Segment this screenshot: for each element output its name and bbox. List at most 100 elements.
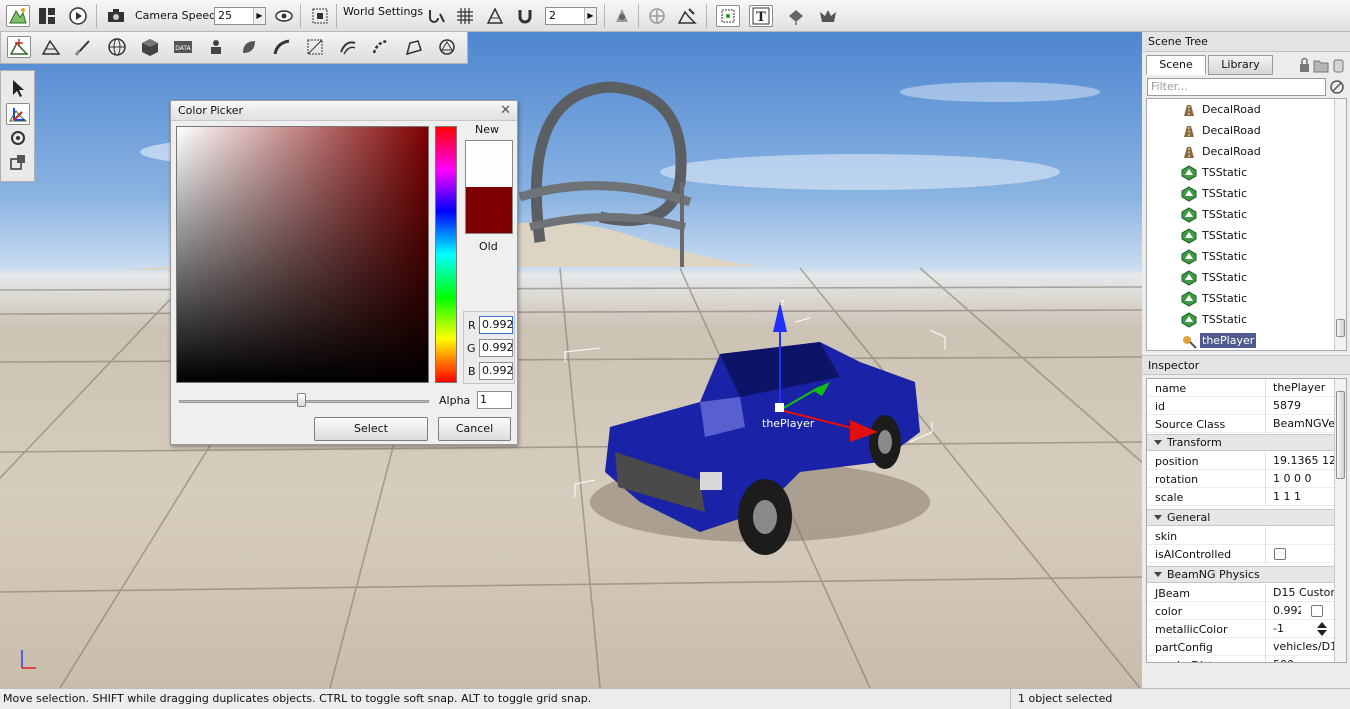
object-label[interactable]: thePlayer: [762, 417, 814, 430]
terrain-paint-button[interactable]: [72, 36, 96, 58]
transform-group-header[interactable]: Transform: [1147, 434, 1335, 451]
drop-object-button[interactable]: [784, 5, 808, 27]
tsstatic-icon: [1181, 164, 1197, 181]
datablock-editor-button[interactable]: DATA: [171, 36, 195, 58]
inspector-scrollbar[interactable]: [1334, 379, 1346, 662]
cancel-button[interactable]: Cancel: [438, 417, 511, 441]
decal-editor-button[interactable]: [402, 36, 426, 58]
g-input[interactable]: 0.992: [479, 339, 514, 357]
world-settings-label[interactable]: World Settings: [343, 5, 423, 18]
saturation-value-field[interactable]: [176, 126, 429, 383]
tree-item[interactable]: TSStatic: [1181, 225, 1249, 246]
jbeam-field[interactable]: D15 Custom: [1265, 584, 1335, 602]
render-distance-field[interactable]: 500: [1265, 656, 1335, 662]
scale-tool-button[interactable]: [6, 151, 30, 173]
tree-item[interactable]: TSStatic: [1181, 183, 1249, 204]
selection-bounds-button[interactable]: [716, 5, 740, 27]
lock-icon[interactable]: [1300, 57, 1309, 73]
svg-text:DATA: DATA: [175, 45, 191, 52]
select-button[interactable]: Select: [314, 417, 428, 441]
tab-scene[interactable]: Scene: [1146, 55, 1206, 75]
river-editor-button[interactable]: [336, 36, 360, 58]
rotation-field[interactable]: 1 0 0 0: [1265, 470, 1335, 488]
shape-editor-button[interactable]: [138, 36, 162, 58]
rotate-tool-button[interactable]: [6, 127, 30, 149]
forest-editor-button[interactable]: [237, 36, 261, 58]
visibility-button[interactable]: [272, 5, 296, 27]
snap-terrain-button[interactable]: [424, 5, 448, 27]
fit-view-icon: [312, 8, 328, 24]
tree-item[interactable]: TSStatic: [1181, 309, 1249, 330]
tree-item[interactable]: TSStatic: [1181, 267, 1249, 288]
close-icon[interactable]: ✕: [500, 103, 511, 118]
world-editor-button[interactable]: [6, 5, 30, 27]
tree-item[interactable]: TSStatic: [1181, 288, 1249, 309]
grid-size-arrow-icon[interactable]: ▶: [584, 8, 596, 24]
cube-icon: [142, 39, 158, 56]
mission-area-button[interactable]: [435, 36, 459, 58]
tab-library[interactable]: Library: [1208, 55, 1273, 75]
folder-icon[interactable]: [1313, 60, 1329, 73]
name-field[interactable]: thePlayer: [1265, 379, 1335, 397]
inspector-scroll-thumb[interactable]: [1336, 391, 1345, 479]
object-select-button[interactable]: [610, 5, 634, 27]
spinner-arrows-icon[interactable]: [1315, 621, 1329, 637]
terrain-editor-button[interactable]: [39, 36, 63, 58]
tree-item[interactable]: DecalRoad: [1181, 120, 1263, 141]
mesh-road-button[interactable]: [303, 36, 327, 58]
color-swatch-button[interactable]: [1311, 605, 1323, 617]
play-button[interactable]: [66, 5, 90, 27]
physics-group-header[interactable]: BeamNG Physics: [1147, 566, 1335, 583]
text-labels-button[interactable]: T: [749, 5, 773, 27]
tsstatic-icon: [1181, 206, 1197, 223]
alpha-input[interactable]: 1: [477, 391, 512, 409]
scene-tree-scroll-thumb[interactable]: [1336, 319, 1345, 337]
vehicle-tools-button[interactable]: [816, 5, 840, 27]
grid-size-input[interactable]: 2 ▶: [545, 7, 597, 25]
world-transform-button[interactable]: [675, 5, 699, 27]
alpha-slider-handle[interactable]: [297, 393, 306, 407]
r-input[interactable]: 0.992: [479, 316, 514, 334]
b-input[interactable]: 0.992: [479, 362, 514, 380]
decal-road-button[interactable]: [369, 36, 393, 58]
clear-filter-icon[interactable]: [1329, 79, 1345, 95]
position-field[interactable]: 19.1365 122: [1265, 452, 1335, 470]
tree-item[interactable]: TSStatic: [1181, 204, 1249, 225]
object-editor-button[interactable]: [7, 36, 31, 58]
tree-item[interactable]: thePlayer: [1181, 330, 1257, 350]
hue-slider[interactable]: [435, 126, 457, 383]
fit-view-button[interactable]: [308, 5, 332, 27]
tree-item[interactable]: DecalRoad: [1181, 141, 1263, 162]
inspector-row-metallic: metallicColor -1: [1147, 620, 1335, 638]
camera-speed-arrow-icon[interactable]: ▶: [253, 8, 265, 24]
tree-item[interactable]: TSStatic: [1181, 246, 1249, 267]
layout-button[interactable]: [35, 5, 59, 27]
tree-item[interactable]: DecalRoad: [1181, 99, 1263, 120]
grid-snap-button[interactable]: [453, 5, 477, 27]
camera-speed-input[interactable]: 25 ▶: [214, 7, 266, 25]
general-group-header[interactable]: General: [1147, 509, 1335, 526]
part-config-field[interactable]: vehicles/D15: [1265, 638, 1335, 656]
inspector-row-rotation: rotation 1 0 0 0: [1147, 470, 1335, 488]
tree-item-label: DecalRoad: [1202, 124, 1261, 137]
field-key: name: [1155, 382, 1187, 395]
move-tool-button[interactable]: [6, 103, 30, 125]
road-editor-button[interactable]: [270, 36, 294, 58]
filter-input[interactable]: Filter...: [1147, 78, 1326, 96]
center-pivot-button[interactable]: [645, 5, 669, 27]
magnet-button[interactable]: [513, 5, 537, 27]
scale-field[interactable]: 1 1 1: [1265, 488, 1335, 506]
delete-icon[interactable]: [1333, 59, 1344, 73]
tree-item[interactable]: TSStatic: [1181, 162, 1249, 183]
skin-field[interactable]: [1265, 527, 1335, 545]
metallic-color-field[interactable]: -1: [1265, 620, 1315, 638]
scene-tree-scrollbar[interactable]: [1334, 99, 1346, 350]
particle-editor-button[interactable]: [204, 36, 228, 58]
field-key: skin: [1155, 530, 1178, 543]
aicontrolled-checkbox[interactable]: [1274, 548, 1286, 560]
select-tool-button[interactable]: [6, 77, 30, 99]
snap-bounds-button[interactable]: [483, 5, 507, 27]
material-editor-button[interactable]: [105, 36, 129, 58]
camera-button[interactable]: [104, 5, 128, 27]
color-field[interactable]: 0.992: [1265, 602, 1301, 620]
